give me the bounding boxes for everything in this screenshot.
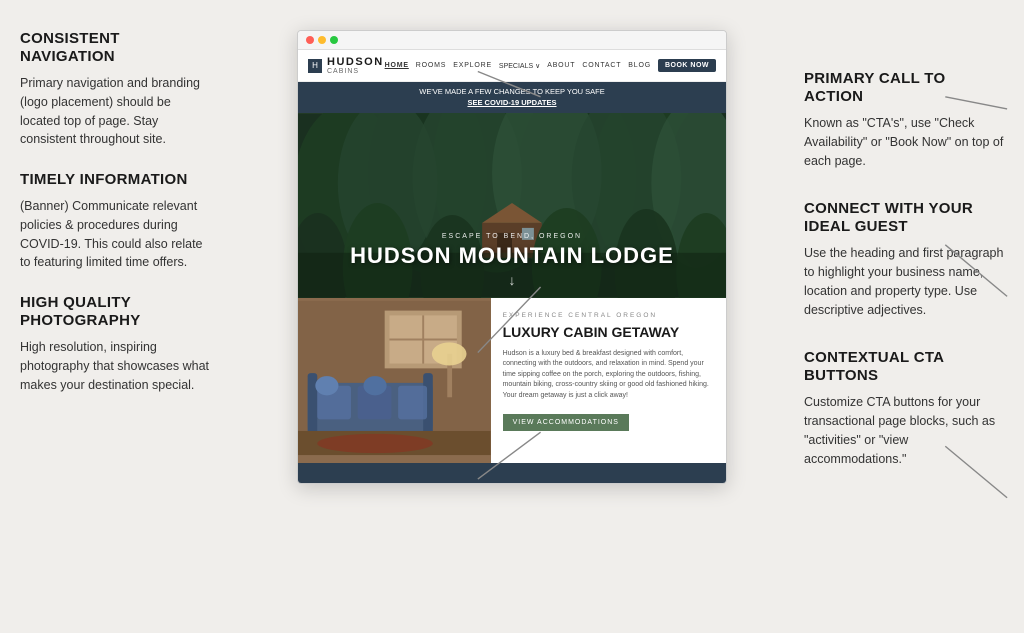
primary-cta-title: PRIMARY CALL TO ACTION <box>804 70 1004 106</box>
high-quality-section: HIGH QUALITY PHOTOGRAPHY High resolution… <box>20 294 210 394</box>
cabin-title: LUXURY CABIN GETAWAY <box>503 324 714 341</box>
cabin-section: EXPERIENCE CENTRAL OREGON LUXURY CABIN G… <box>298 298 726 463</box>
cabin-label: EXPERIENCE CENTRAL OREGON <box>503 312 714 319</box>
cabin-interior-svg <box>298 298 491 458</box>
dot-yellow <box>318 36 326 44</box>
connect-guest-body: Use the heading and first paragraph to h… <box>804 244 1004 319</box>
hero-section: ESCAPE TO BEND, OREGON HUDSON MOUNTAIN L… <box>298 113 726 298</box>
cabin-description: Hudson is a luxury bed & breakfast desig… <box>503 349 714 402</box>
covid-link[interactable]: SEE COVID-19 UPDATES <box>308 98 716 109</box>
high-quality-title: HIGH QUALITY PHOTOGRAPHY <box>20 294 210 330</box>
site-nav: HOME ROOMS EXPLORE SPECIALS ∨ ABOUT CONT… <box>385 59 716 72</box>
logo-icon: H <box>308 59 322 73</box>
nav-explore[interactable]: EXPLORE <box>453 62 492 69</box>
timely-info-title: TIMELY INFORMATION <box>20 171 210 189</box>
center-column: H HUDSON CABINS HOME ROOMS EXPLORE SPECI… <box>230 20 794 613</box>
nav-home[interactable]: HOME <box>385 62 409 69</box>
logo-sub: CABINS <box>327 68 384 75</box>
browser-dots <box>306 36 338 44</box>
consistent-nav-body: Primary navigation and branding (logo pl… <box>20 74 210 149</box>
timely-info-section: TIMELY INFORMATION (Banner) Communicate … <box>20 171 210 272</box>
hero-title: HUDSON MOUNTAIN LODGE <box>298 244 726 268</box>
contextual-cta-title: CONTEXTUAL CTA BUTTONS <box>804 349 1004 385</box>
covid-banner: WE'VE MADE A FEW CHANGES TO KEEP YOU SAF… <box>298 82 726 113</box>
site-footer-bar <box>298 463 726 483</box>
browser-bar <box>298 31 726 50</box>
dot-green <box>330 36 338 44</box>
right-column: PRIMARY CALL TO ACTION Known as "CTA's",… <box>794 20 1024 613</box>
consistent-nav-title: CONSISTENT NAVIGATION <box>20 30 210 66</box>
book-now-button[interactable]: BOOK NOW <box>658 59 716 72</box>
nav-about[interactable]: ABOUT <box>547 62 575 69</box>
nav-blog[interactable]: BLOG <box>628 62 651 69</box>
high-quality-body: High resolution, inspiring photography t… <box>20 338 210 394</box>
nav-rooms[interactable]: ROOMS <box>416 62 446 69</box>
nav-specials[interactable]: SPECIALS ∨ <box>499 62 540 70</box>
browser-mockup: H HUDSON CABINS HOME ROOMS EXPLORE SPECI… <box>297 30 727 484</box>
cabin-image <box>298 298 491 463</box>
hero-arrow-icon: ↓ <box>509 272 516 288</box>
primary-cta-body: Known as "CTA's", use "Check Availabilit… <box>804 114 1004 170</box>
cabin-content: EXPERIENCE CENTRAL OREGON LUXURY CABIN G… <box>491 298 726 463</box>
connect-guest-title: CONNECT WITH YOUR IDEAL GUEST <box>804 200 1004 236</box>
main-container: CONSISTENT NAVIGATION Primary navigation… <box>0 0 1024 633</box>
hero-subtitle: ESCAPE TO BEND, OREGON <box>298 233 726 240</box>
primary-cta-section: PRIMARY CALL TO ACTION Known as "CTA's",… <box>804 70 1004 170</box>
consistent-nav-section: CONSISTENT NAVIGATION Primary navigation… <box>20 30 210 149</box>
site-logo: H HUDSON CABINS <box>308 56 384 75</box>
logo-text-block: HUDSON CABINS <box>327 56 384 75</box>
nav-contact[interactable]: CONTACT <box>582 62 621 69</box>
contextual-cta-section: CONTEXTUAL CTA BUTTONS Customize CTA but… <box>804 349 1004 468</box>
dot-red <box>306 36 314 44</box>
covid-line1: WE'VE MADE A FEW CHANGES TO KEEP YOU SAF… <box>308 87 716 98</box>
logo-name: HUDSON <box>327 56 384 68</box>
site-header: H HUDSON CABINS HOME ROOMS EXPLORE SPECI… <box>298 50 726 82</box>
hero-forest-svg <box>298 113 726 298</box>
timely-info-body: (Banner) Communicate relevant policies &… <box>20 197 210 272</box>
view-accommodations-button[interactable]: VIEW ACCOMMODATIONS <box>503 414 629 431</box>
hero-content: ESCAPE TO BEND, OREGON HUDSON MOUNTAIN L… <box>298 233 726 268</box>
contextual-cta-body: Customize CTA buttons for your transacti… <box>804 393 1004 468</box>
connect-guest-section: CONNECT WITH YOUR IDEAL GUEST Use the he… <box>804 200 1004 319</box>
left-column: CONSISTENT NAVIGATION Primary navigation… <box>0 20 230 613</box>
